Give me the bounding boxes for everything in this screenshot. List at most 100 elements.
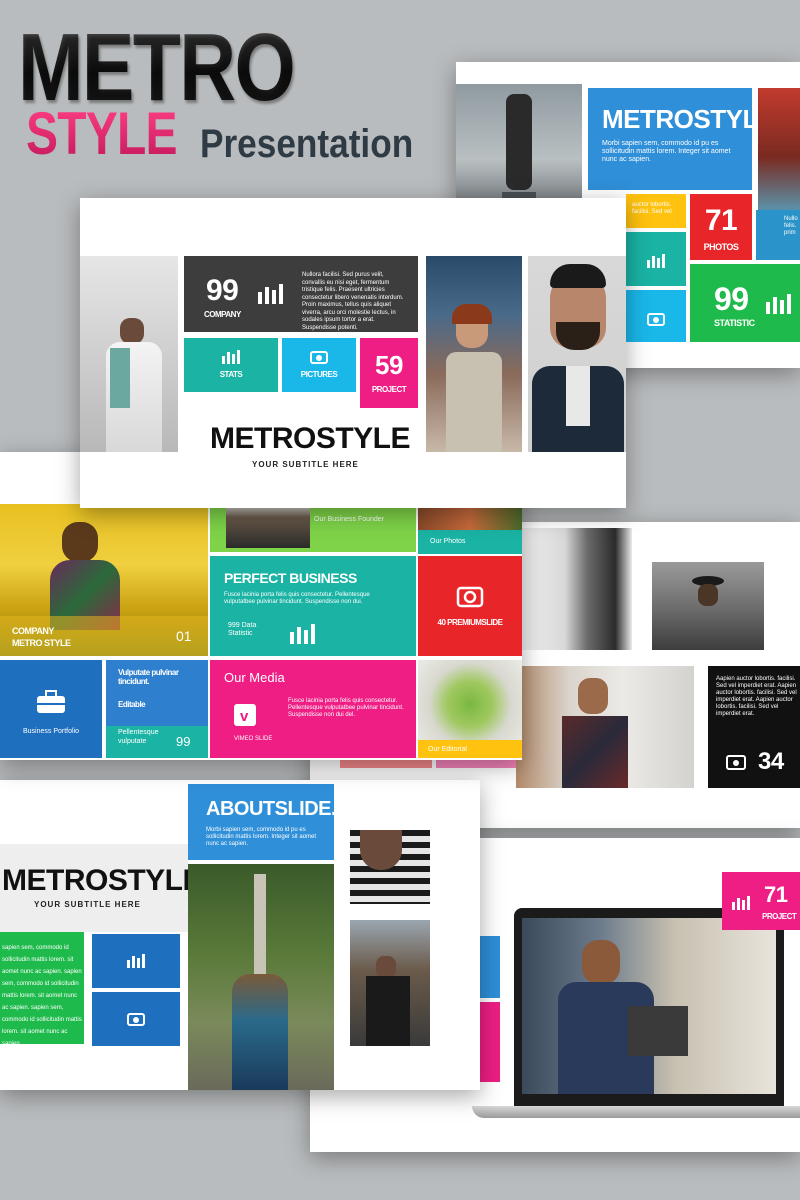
tile-project-pink: 59 PROJECT [360,338,418,408]
pellentesque-label: Pellentesque vulputate [118,729,159,745]
tile-heading: METROSTYLE [602,104,752,134]
project-label: PROJECT [371,385,407,394]
project-label: PROJECT [762,912,797,921]
laptop-base [472,1106,800,1118]
premium-label: 40 PREMIUMSLIDE [437,618,503,627]
tile-blue-camera [92,992,180,1046]
photos-label: PHOTOS [703,242,739,252]
about-text: Morbi sapien sem, commodo id pu es solli… [206,827,317,847]
slide-main: 99 COMPANY Nullora facilisi. Sed purus v… [80,198,626,508]
statistic-label: STATISTIC [714,318,755,328]
camera-icon [647,313,665,326]
photos-num: 71 [704,204,738,237]
bar-chart-icon [732,896,750,910]
laptop [514,908,784,1108]
photo-woman-striped [350,830,430,904]
tile-our-photos: Our Photos [418,504,522,554]
bar-chart-icon [290,624,315,644]
side-text: Nullo felis. prim [784,216,798,236]
tile-black-34: Aapien auctor lobortis. facilisi. Sed ve… [708,666,800,788]
photo-man-backpack-city [350,920,430,1046]
project-num: 59 [375,350,403,380]
bar-chart-icon [766,294,791,314]
tile-vulputate-blue: Vulputate pulvinar tincidunt. Editable [106,660,208,726]
camera-icon [726,755,746,770]
tile-project-pink: 71 PROJECT [722,872,800,930]
tile-blue-chart [92,934,180,988]
slide-title: METROSTYLE [2,864,203,897]
tile-founder-lime: Our Business Founder [210,504,416,552]
black-text: Aapien auctor lobortis. facilisi. Sed ve… [716,676,797,717]
bar-chart-icon [127,954,145,968]
slide-subtitle: YOUR SUBTITLE HERE [252,460,359,469]
company-sub: METRO STYLE [12,638,71,648]
photo-man-laptop [522,918,776,1094]
project-num: 71 [764,882,788,907]
pictures-label: PICTURES [300,370,338,379]
data-statistic: 999 Data Statistic [228,622,257,637]
company-num: 01 [176,628,192,644]
tile-portfolio-blue: Business Portfolio [0,660,102,758]
company-label: COMPANY [204,310,241,319]
camera-icon [310,351,328,364]
vulputate-title: Vulputate pulvinar tincidunt. [118,668,179,686]
body-text: Nullora facilisi. Sed purus velit, conva… [302,272,404,331]
tile-pictures-cyan: PICTURES [282,338,356,392]
editorial-label: Our Editorial [428,746,467,753]
slide-bottom-left: ABOUTSLIDE. Morbi sapien sem, commodo id… [0,780,480,1090]
black-num: 34 [758,748,784,775]
about-title: ABOUTSLIDE. [206,798,334,820]
perfect-title: PERFECT BUSINESS [224,570,357,586]
tile-statistic-green: 99 STATISTIC [690,264,800,342]
slide-title: METROSTYLE [210,422,411,455]
green-text: sapien sem, commodo id sollicitudin matt… [2,945,82,1044]
tile-metrostyle-blue: METROSTYLE Morbi sapien sem, commodo id … [588,88,752,190]
camera-icon [456,586,484,608]
photo-woman-glasses [426,256,522,452]
slide-subtitle: YOUR SUBTITLE HERE [34,900,141,909]
tile-teal-stats [626,232,686,286]
portfolio-label: Business Portfolio [22,728,80,735]
perfect-text: Fusce lacinia porta felis quis consectet… [224,592,370,605]
tile-yellow: auctor lobortis. facilisi. Sed vel [626,194,686,228]
bar-chart-icon [647,254,665,268]
tile-stats-teal: STATS [184,338,278,392]
media-text: Fusce lacinia porta felis quis consectet… [288,698,404,718]
tile-media-pink: Our Media v Fusce lacinia porta felis qu… [210,660,416,758]
bar-chart-icon [258,284,283,304]
svg-text:v: v [240,708,249,725]
photo-man-plaid [516,666,694,788]
tile-blue-side: Nullo felis. prim [756,210,800,260]
photo-bearded-man-suit [528,256,626,452]
company-overlay: COMPANY METRO STYLE 01 [0,616,208,656]
tile-heading-text: Morbi sapien sem, commodo id pu es solli… [602,140,731,163]
photos-label: Our Photos [430,538,466,545]
editable-label: Editable [118,700,146,709]
briefcase-icon [37,690,65,713]
tile-perfect-business: PERFECT BUSINESS Fusce lacinia porta fel… [210,556,416,656]
vimeo-label: VIMEO SLIDE [234,736,273,742]
pellentesque-num: 99 [176,734,191,749]
founder-label: Our Business Founder [314,516,385,523]
company-num: 99 [206,274,239,307]
tile-premium-red: 40 PREMIUMSLIDE [418,556,522,656]
company-label: COMPANY [12,626,54,636]
photo-editorial-salad: Our Editorial [418,660,522,758]
photo-man-hat [652,562,764,650]
tile-faded-blue [480,936,500,998]
photo-bridge [188,864,334,1090]
bar-chart-icon [222,350,240,364]
tile-company-dark: 99 COMPANY Nullora facilisi. Sed purus v… [184,256,418,332]
tile-about-blue: ABOUTSLIDE. Morbi sapien sem, commodo id… [188,784,334,860]
vimeo-icon: v [234,704,256,726]
stats-label: STATS [219,370,243,379]
media-title: Our Media [224,670,285,685]
title-style: STYLE [26,100,177,167]
yellow-text: auctor lobortis. facilisi. Sed vel [632,202,672,215]
tile-pellentesque-teal: Pellentesque vulputate 99 [106,726,208,758]
photo-founder [226,504,310,548]
title-presentation: Presentation [200,122,414,166]
tile-cyan-camera [626,290,686,342]
photo-woman-white-coat [80,256,178,452]
camera-icon [127,1013,145,1026]
